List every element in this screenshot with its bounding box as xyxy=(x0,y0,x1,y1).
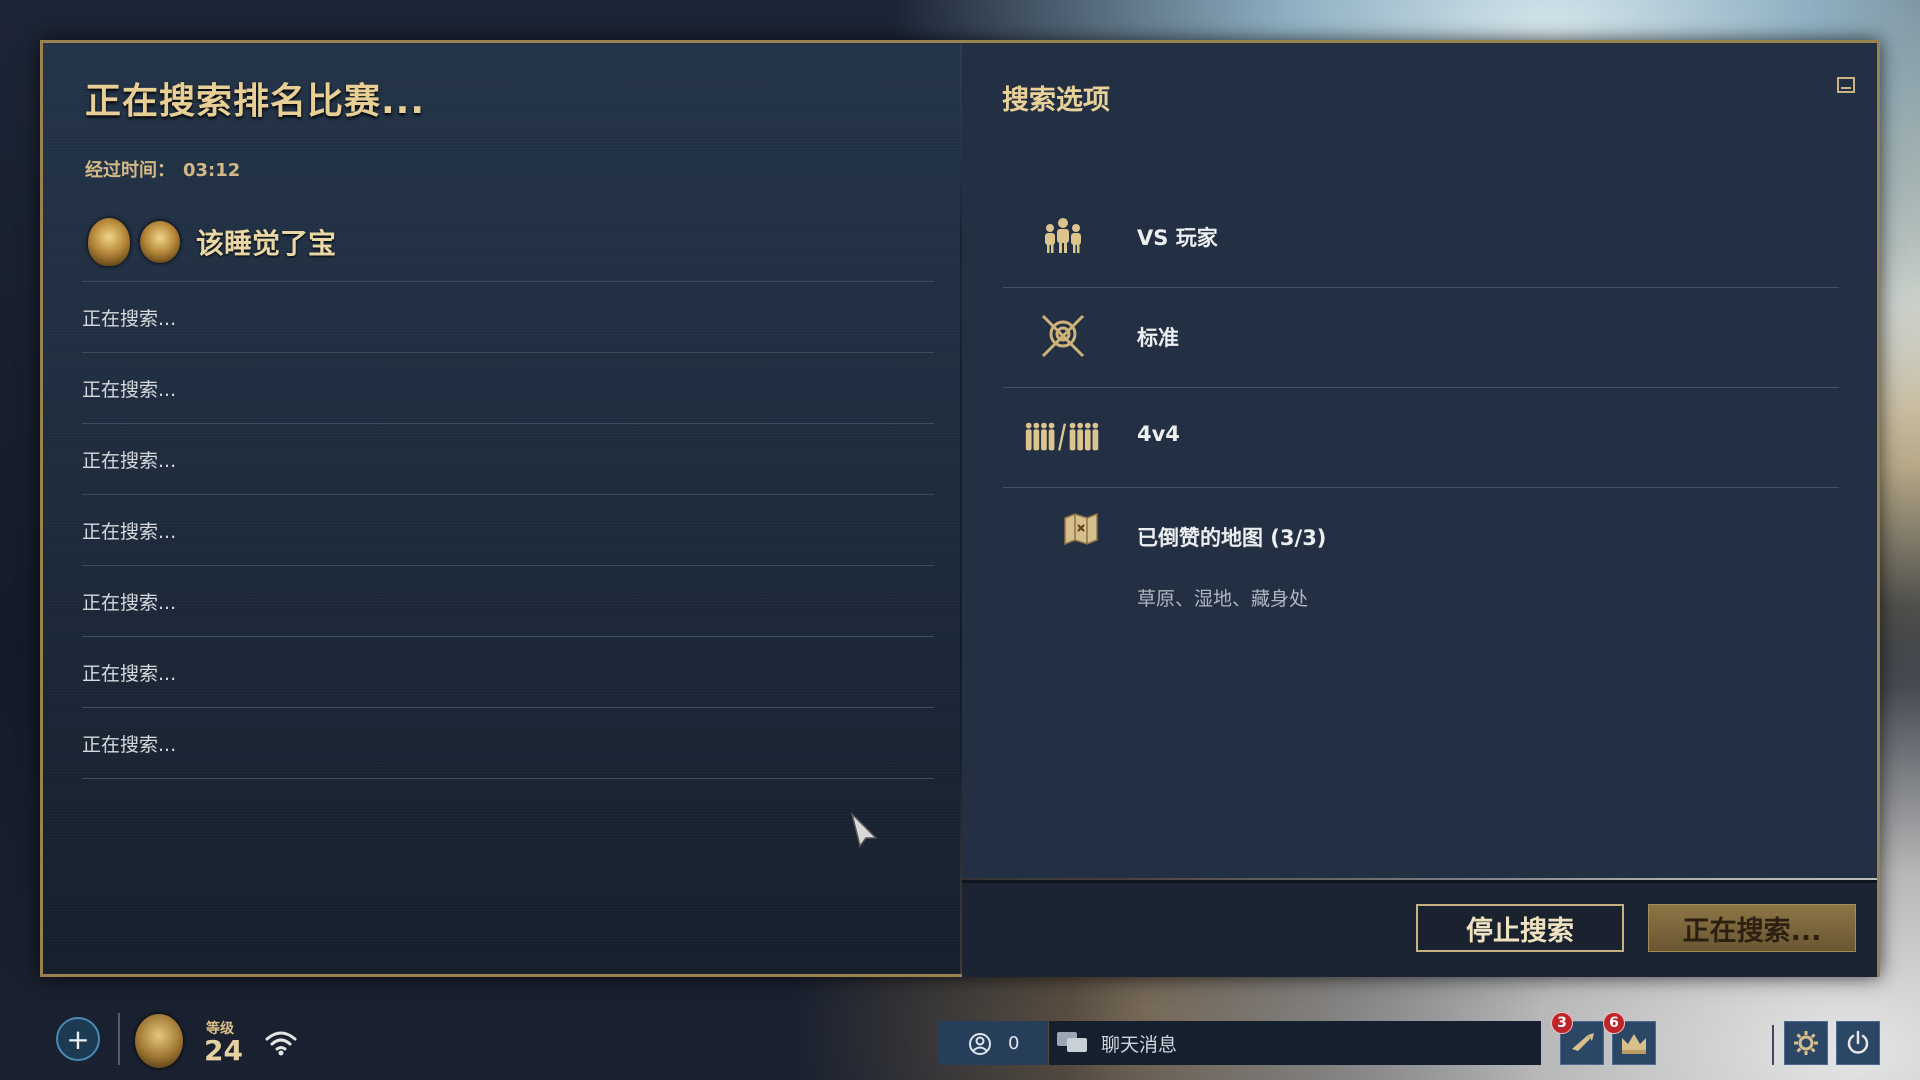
divider xyxy=(118,1013,120,1065)
gear-icon xyxy=(1794,1031,1818,1055)
page-title: 正在搜索排名比赛... xyxy=(85,81,426,122)
horn-icon xyxy=(1572,1033,1594,1051)
friends-count: 0 xyxy=(1008,1032,1020,1054)
add-friend-button[interactable]: + xyxy=(56,1017,100,1061)
elapsed-label: 经过时间： xyxy=(85,160,175,181)
friends-online-button[interactable]: 0 xyxy=(938,1021,1048,1065)
elapsed-time: 经过时间： 03:12 xyxy=(85,156,240,182)
rank-emblem-icon xyxy=(88,218,130,266)
chat-placeholder: 聊天消息 xyxy=(1101,1033,1178,1056)
crown-icon xyxy=(1622,1034,1646,1054)
notification-badge: 3 xyxy=(1551,1012,1573,1034)
list-item: 正在搜索... xyxy=(82,423,934,494)
option-maps: 已倒赞的地图 (3/3) 草原、湿地、藏身处 xyxy=(1003,488,1839,628)
team-size-icon xyxy=(1023,412,1103,462)
divider xyxy=(1772,1025,1774,1065)
power-icon xyxy=(1847,1030,1869,1054)
minimize-button[interactable] xyxy=(1837,77,1855,93)
list-item: 正在搜索... xyxy=(82,352,934,423)
party-leader-row: 该睡觉了宝 xyxy=(88,218,336,266)
players-icon xyxy=(1023,212,1103,262)
player-portrait-icon xyxy=(140,221,180,263)
stop-search-button[interactable]: 停止搜索 xyxy=(1416,904,1624,952)
slot-status: 正在搜索... xyxy=(82,449,177,472)
list-item: 正在搜索... xyxy=(82,565,934,636)
list-item: 正在搜索... xyxy=(82,636,934,707)
option-label: VS 玩家 xyxy=(1137,226,1218,250)
slot-status: 正在搜索... xyxy=(82,378,177,401)
power-button[interactable] xyxy=(1836,1021,1880,1065)
rewards-button[interactable]: 6 xyxy=(1603,1012,1656,1065)
notifications-button[interactable]: 3 xyxy=(1551,1012,1604,1065)
notification-badge: 6 xyxy=(1603,1012,1625,1034)
slot-status: 正在搜索... xyxy=(82,591,177,614)
settings-button[interactable] xyxy=(1784,1021,1828,1065)
option-sublabel: 草原、湿地、藏身处 xyxy=(1137,588,1309,610)
searching-button[interactable]: 正在搜索... xyxy=(1648,904,1856,952)
list-item: 正在搜索... xyxy=(82,707,934,779)
option-label: 已倒赞的地图 (3/3) xyxy=(1137,526,1327,550)
chat-input[interactable]: 聊天消息 xyxy=(1049,1021,1541,1065)
crossed-swords-icon xyxy=(1023,312,1103,362)
player-slot-list: 正在搜索... 正在搜索... 正在搜索... 正在搜索... 正在搜索... … xyxy=(82,281,934,779)
slot-status: 正在搜索... xyxy=(82,520,177,543)
options-title: 搜索选项 xyxy=(1002,85,1110,116)
option-team-size: 4v4 xyxy=(1003,388,1839,488)
slot-status: 正在搜索... xyxy=(82,307,177,330)
chat-icon xyxy=(1057,1032,1087,1052)
player-name: 该睡觉了宝 xyxy=(196,227,337,260)
option-label: 标准 xyxy=(1137,326,1179,350)
option-label: 4v4 xyxy=(1137,422,1180,446)
friends-icon xyxy=(969,1033,991,1055)
level-value: 24 xyxy=(204,1034,243,1067)
mouse-cursor-icon xyxy=(850,812,878,848)
list-item: 正在搜索... xyxy=(82,494,934,565)
slot-status: 正在搜索... xyxy=(82,733,177,756)
avatar[interactable] xyxy=(135,1014,183,1068)
wifi-icon xyxy=(265,1031,297,1056)
slot-status: 正在搜索... xyxy=(82,662,177,685)
map-icon xyxy=(1063,512,1099,550)
option-mode: 标准 xyxy=(1003,288,1839,388)
list-item: 正在搜索... xyxy=(82,281,934,352)
option-opponent: VS 玩家 xyxy=(1003,188,1839,288)
elapsed-value: 03:12 xyxy=(183,160,241,181)
